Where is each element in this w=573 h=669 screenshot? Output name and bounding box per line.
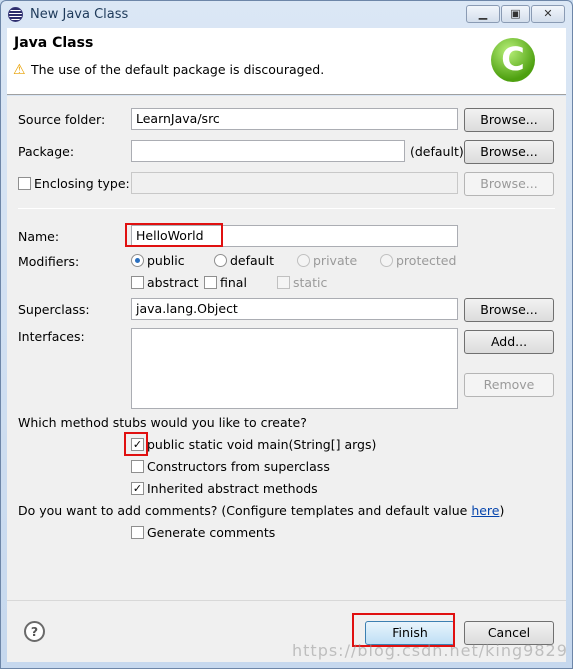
package-default-hint: (default): [410, 144, 464, 159]
window-title: New Java Class: [30, 7, 129, 22]
highlight-name: [125, 223, 223, 247]
wizard-header: Java Class ⚠ The use of the default pack…: [7, 28, 566, 95]
help-icon[interactable]: ?: [24, 621, 45, 642]
templates-link[interactable]: here: [471, 503, 499, 518]
final-label: final: [220, 275, 247, 290]
interfaces-label: Interfaces:: [18, 329, 85, 344]
remove-interface-button: Remove: [464, 373, 554, 397]
source-folder-label: Source folder:: [18, 112, 106, 127]
abstract-label: abstract: [147, 275, 199, 290]
static-label: static: [293, 275, 328, 290]
constructors-label: Constructors from superclass: [147, 459, 330, 474]
header-title: Java Class: [14, 35, 94, 51]
header-message: The use of the default package is discou…: [31, 62, 325, 77]
constructors-checkbox[interactable]: [131, 460, 144, 473]
superclass-label: Superclass:: [18, 302, 90, 317]
modifiers-label: Modifiers:: [18, 254, 80, 269]
close-button[interactable]: ✕: [531, 5, 565, 23]
enclosing-browse-button: Browse...: [464, 172, 554, 196]
enclosing-type-label: Enclosing type:: [34, 176, 130, 191]
warning-icon: ⚠: [13, 62, 26, 78]
public-radio[interactable]: [131, 254, 144, 267]
minimize-button[interactable]: ▁: [466, 5, 500, 23]
final-checkbox[interactable]: [204, 276, 217, 289]
superclass-input[interactable]: java.lang.Object: [131, 298, 458, 320]
watermark: https://blog.csdn.net/king9829: [292, 641, 568, 660]
superclass-browse-button[interactable]: Browse...: [464, 298, 554, 322]
protected-radio: [380, 254, 393, 267]
protected-label: protected: [396, 253, 457, 268]
eclipse-icon: [8, 7, 23, 22]
stubs-question: Which method stubs would you like to cre…: [18, 415, 307, 430]
default-radio[interactable]: [214, 254, 227, 267]
default-label: default: [230, 253, 274, 268]
enclosing-type-input: [131, 172, 458, 194]
generate-comments-checkbox[interactable]: [131, 526, 144, 539]
enclosing-type-checkbox[interactable]: [18, 177, 31, 190]
source-folder-input[interactable]: LearnJava/src: [131, 108, 458, 130]
highlight-main-checkbox: [124, 432, 148, 456]
interfaces-list[interactable]: [131, 328, 458, 409]
footer-divider: [7, 600, 566, 601]
comments-question-close: ): [499, 503, 505, 518]
package-label: Package:: [18, 144, 75, 159]
comments-question-text: Do you want to add comments? (Configure …: [18, 503, 472, 518]
add-interface-button[interactable]: Add...: [464, 330, 554, 354]
inherited-methods-checkbox[interactable]: ✓: [131, 482, 144, 495]
private-radio: [297, 254, 310, 267]
name-label: Name:: [18, 229, 60, 244]
package-browse-button[interactable]: Browse...: [464, 140, 554, 164]
generate-comments-label: Generate comments: [147, 525, 276, 540]
main-method-label: public static void main(String[] args): [147, 437, 377, 452]
package-input[interactable]: [131, 140, 405, 162]
inherited-methods-label: Inherited abstract methods: [147, 481, 318, 496]
class-wizard-icon: C: [491, 38, 535, 82]
maximize-button[interactable]: ▣: [501, 5, 530, 23]
comments-question: Do you want to add comments? (Configure …: [18, 503, 504, 518]
abstract-checkbox[interactable]: [131, 276, 144, 289]
public-label: public: [147, 253, 185, 268]
source-folder-browse-button[interactable]: Browse...: [464, 108, 554, 132]
private-label: private: [313, 253, 358, 268]
static-checkbox: [277, 276, 290, 289]
separator: [18, 208, 555, 209]
